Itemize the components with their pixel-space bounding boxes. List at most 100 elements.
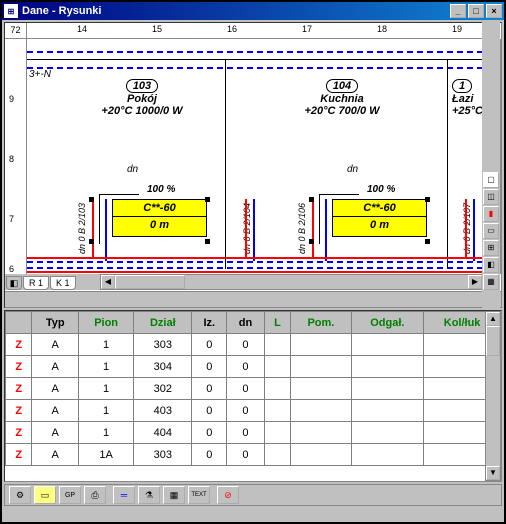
table-cell[interactable]: 0 — [227, 400, 265, 422]
toolbar-button[interactable]: ▭ — [34, 486, 56, 504]
table-cell[interactable]: 1 — [79, 378, 134, 400]
table-row[interactable]: ZA130400 — [6, 356, 501, 378]
table-cell[interactable] — [291, 334, 351, 356]
table-cell[interactable] — [351, 378, 424, 400]
scroll-up-button[interactable]: ▲ — [486, 312, 500, 326]
tool-button[interactable]: ▦ — [483, 274, 499, 290]
table-cell[interactable] — [264, 378, 290, 400]
toolbar-button[interactable]: ⎙ — [84, 486, 106, 504]
table-cell[interactable]: 304 — [134, 356, 192, 378]
table-cell[interactable]: A — [32, 422, 79, 444]
tab-k1[interactable]: K 1 — [50, 276, 76, 290]
table-cell[interactable] — [291, 444, 351, 466]
toolbar-button[interactable]: TEXT — [188, 486, 210, 504]
table-cell[interactable] — [351, 356, 424, 378]
table-cell[interactable]: 303 — [134, 444, 192, 466]
column-header[interactable] — [6, 312, 32, 334]
tool-button[interactable]: ⊞ — [483, 240, 499, 256]
table-cell[interactable] — [264, 400, 290, 422]
table-cell[interactable]: 0 — [192, 378, 227, 400]
tool-button[interactable]: ▢ — [483, 172, 499, 188]
table-row[interactable]: ZA130300 — [6, 334, 501, 356]
toolbar-button[interactable]: ═ — [113, 486, 135, 504]
table-cell[interactable]: 1 — [79, 334, 134, 356]
table-cell[interactable] — [291, 356, 351, 378]
table-cell[interactable]: 0 — [227, 422, 265, 444]
column-header[interactable]: L — [264, 312, 290, 334]
maximize-button[interactable]: □ — [468, 4, 484, 18]
table-cell[interactable]: A — [32, 378, 79, 400]
table-cell[interactable] — [351, 400, 424, 422]
table-cell[interactable]: 1 — [79, 422, 134, 444]
grid-scrollbar-vertical[interactable]: ▲ ▼ — [485, 311, 501, 481]
table-cell[interactable] — [291, 400, 351, 422]
scroll-down-button[interactable]: ▼ — [486, 466, 500, 480]
close-button[interactable]: × — [486, 4, 502, 18]
table-cell[interactable]: 0 — [192, 422, 227, 444]
table-cell[interactable]: 302 — [134, 378, 192, 400]
column-header[interactable]: Odgał. — [351, 312, 424, 334]
toolbar-button[interactable]: ⚗ — [138, 486, 160, 504]
table-cell[interactable]: A — [32, 334, 79, 356]
table-cell[interactable]: 1A — [79, 444, 134, 466]
table-cell[interactable]: Z — [6, 356, 32, 378]
toolbar-button[interactable]: ⊘ — [217, 486, 239, 504]
radiator[interactable]: C**-60 0 m — [332, 199, 427, 237]
column-header[interactable]: Pion — [79, 312, 134, 334]
toolbar-button[interactable]: ⚙ — [9, 486, 31, 504]
table-cell[interactable]: Z — [6, 378, 32, 400]
table-cell[interactable]: 0 — [192, 444, 227, 466]
table-cell[interactable]: Z — [6, 334, 32, 356]
tab-icon[interactable]: ◧ — [6, 276, 22, 290]
table-row[interactable]: ZA1A30300 — [6, 444, 501, 466]
table-cell[interactable] — [264, 334, 290, 356]
column-header[interactable]: Typ — [32, 312, 79, 334]
scroll-thumb[interactable] — [115, 275, 185, 289]
tab-r1[interactable]: R 1 — [23, 276, 49, 290]
table-cell[interactable]: 1 — [79, 356, 134, 378]
toolbar-button[interactable]: ▦ — [163, 486, 185, 504]
table-cell[interactable]: 0 — [227, 334, 265, 356]
radiator[interactable]: C**-60 0 m — [112, 199, 207, 237]
toolbar-button[interactable]: GP — [59, 486, 81, 504]
tool-button[interactable]: ◧ — [483, 257, 499, 273]
table-row[interactable]: ZA140300 — [6, 400, 501, 422]
drawing-canvas[interactable]: 3+-N 103 Pokój +20°C 1000/0 W 104 Kuchni… — [27, 39, 483, 274]
table-cell[interactable]: 403 — [134, 400, 192, 422]
table-cell[interactable]: 303 — [134, 334, 192, 356]
table-cell[interactable] — [291, 378, 351, 400]
table-cell[interactable] — [291, 422, 351, 444]
table-cell[interactable]: 0 — [192, 400, 227, 422]
table-cell[interactable] — [351, 422, 424, 444]
column-header[interactable]: dn — [227, 312, 265, 334]
minimize-button[interactable]: _ — [450, 4, 466, 18]
table-cell[interactable]: A — [32, 444, 79, 466]
tool-button[interactable]: ▭ — [483, 223, 499, 239]
table-cell[interactable]: 404 — [134, 422, 192, 444]
table-cell[interactable]: Z — [6, 444, 32, 466]
scroll-thumb[interactable] — [486, 326, 500, 356]
table-cell[interactable]: Z — [6, 400, 32, 422]
table-row[interactable]: ZA130200 — [6, 378, 501, 400]
table-cell[interactable]: 0 — [227, 378, 265, 400]
table-row[interactable]: ZA140400 — [6, 422, 501, 444]
scroll-left-button[interactable]: ◀ — [101, 275, 115, 289]
table-cell[interactable]: 0 — [192, 356, 227, 378]
tool-button[interactable]: ◫ — [483, 189, 499, 205]
column-header[interactable]: Dział — [134, 312, 192, 334]
table-cell[interactable] — [264, 422, 290, 444]
column-header[interactable]: Pom. — [291, 312, 351, 334]
column-header[interactable]: Iz. — [192, 312, 227, 334]
table-cell[interactable] — [264, 444, 290, 466]
table-cell[interactable]: A — [32, 356, 79, 378]
canvas-scrollbar-horizontal[interactable]: ◀ ▶ — [100, 274, 483, 290]
table-cell[interactable]: A — [32, 400, 79, 422]
table-cell[interactable]: 0 — [192, 334, 227, 356]
table-cell[interactable] — [351, 444, 424, 466]
tool-button[interactable]: ▮ — [483, 206, 499, 222]
table-cell[interactable]: 0 — [227, 444, 265, 466]
scroll-right-button[interactable]: ▶ — [468, 275, 482, 289]
table-cell[interactable]: Z — [6, 422, 32, 444]
table-cell[interactable]: 0 — [227, 356, 265, 378]
table-cell[interactable] — [351, 334, 424, 356]
